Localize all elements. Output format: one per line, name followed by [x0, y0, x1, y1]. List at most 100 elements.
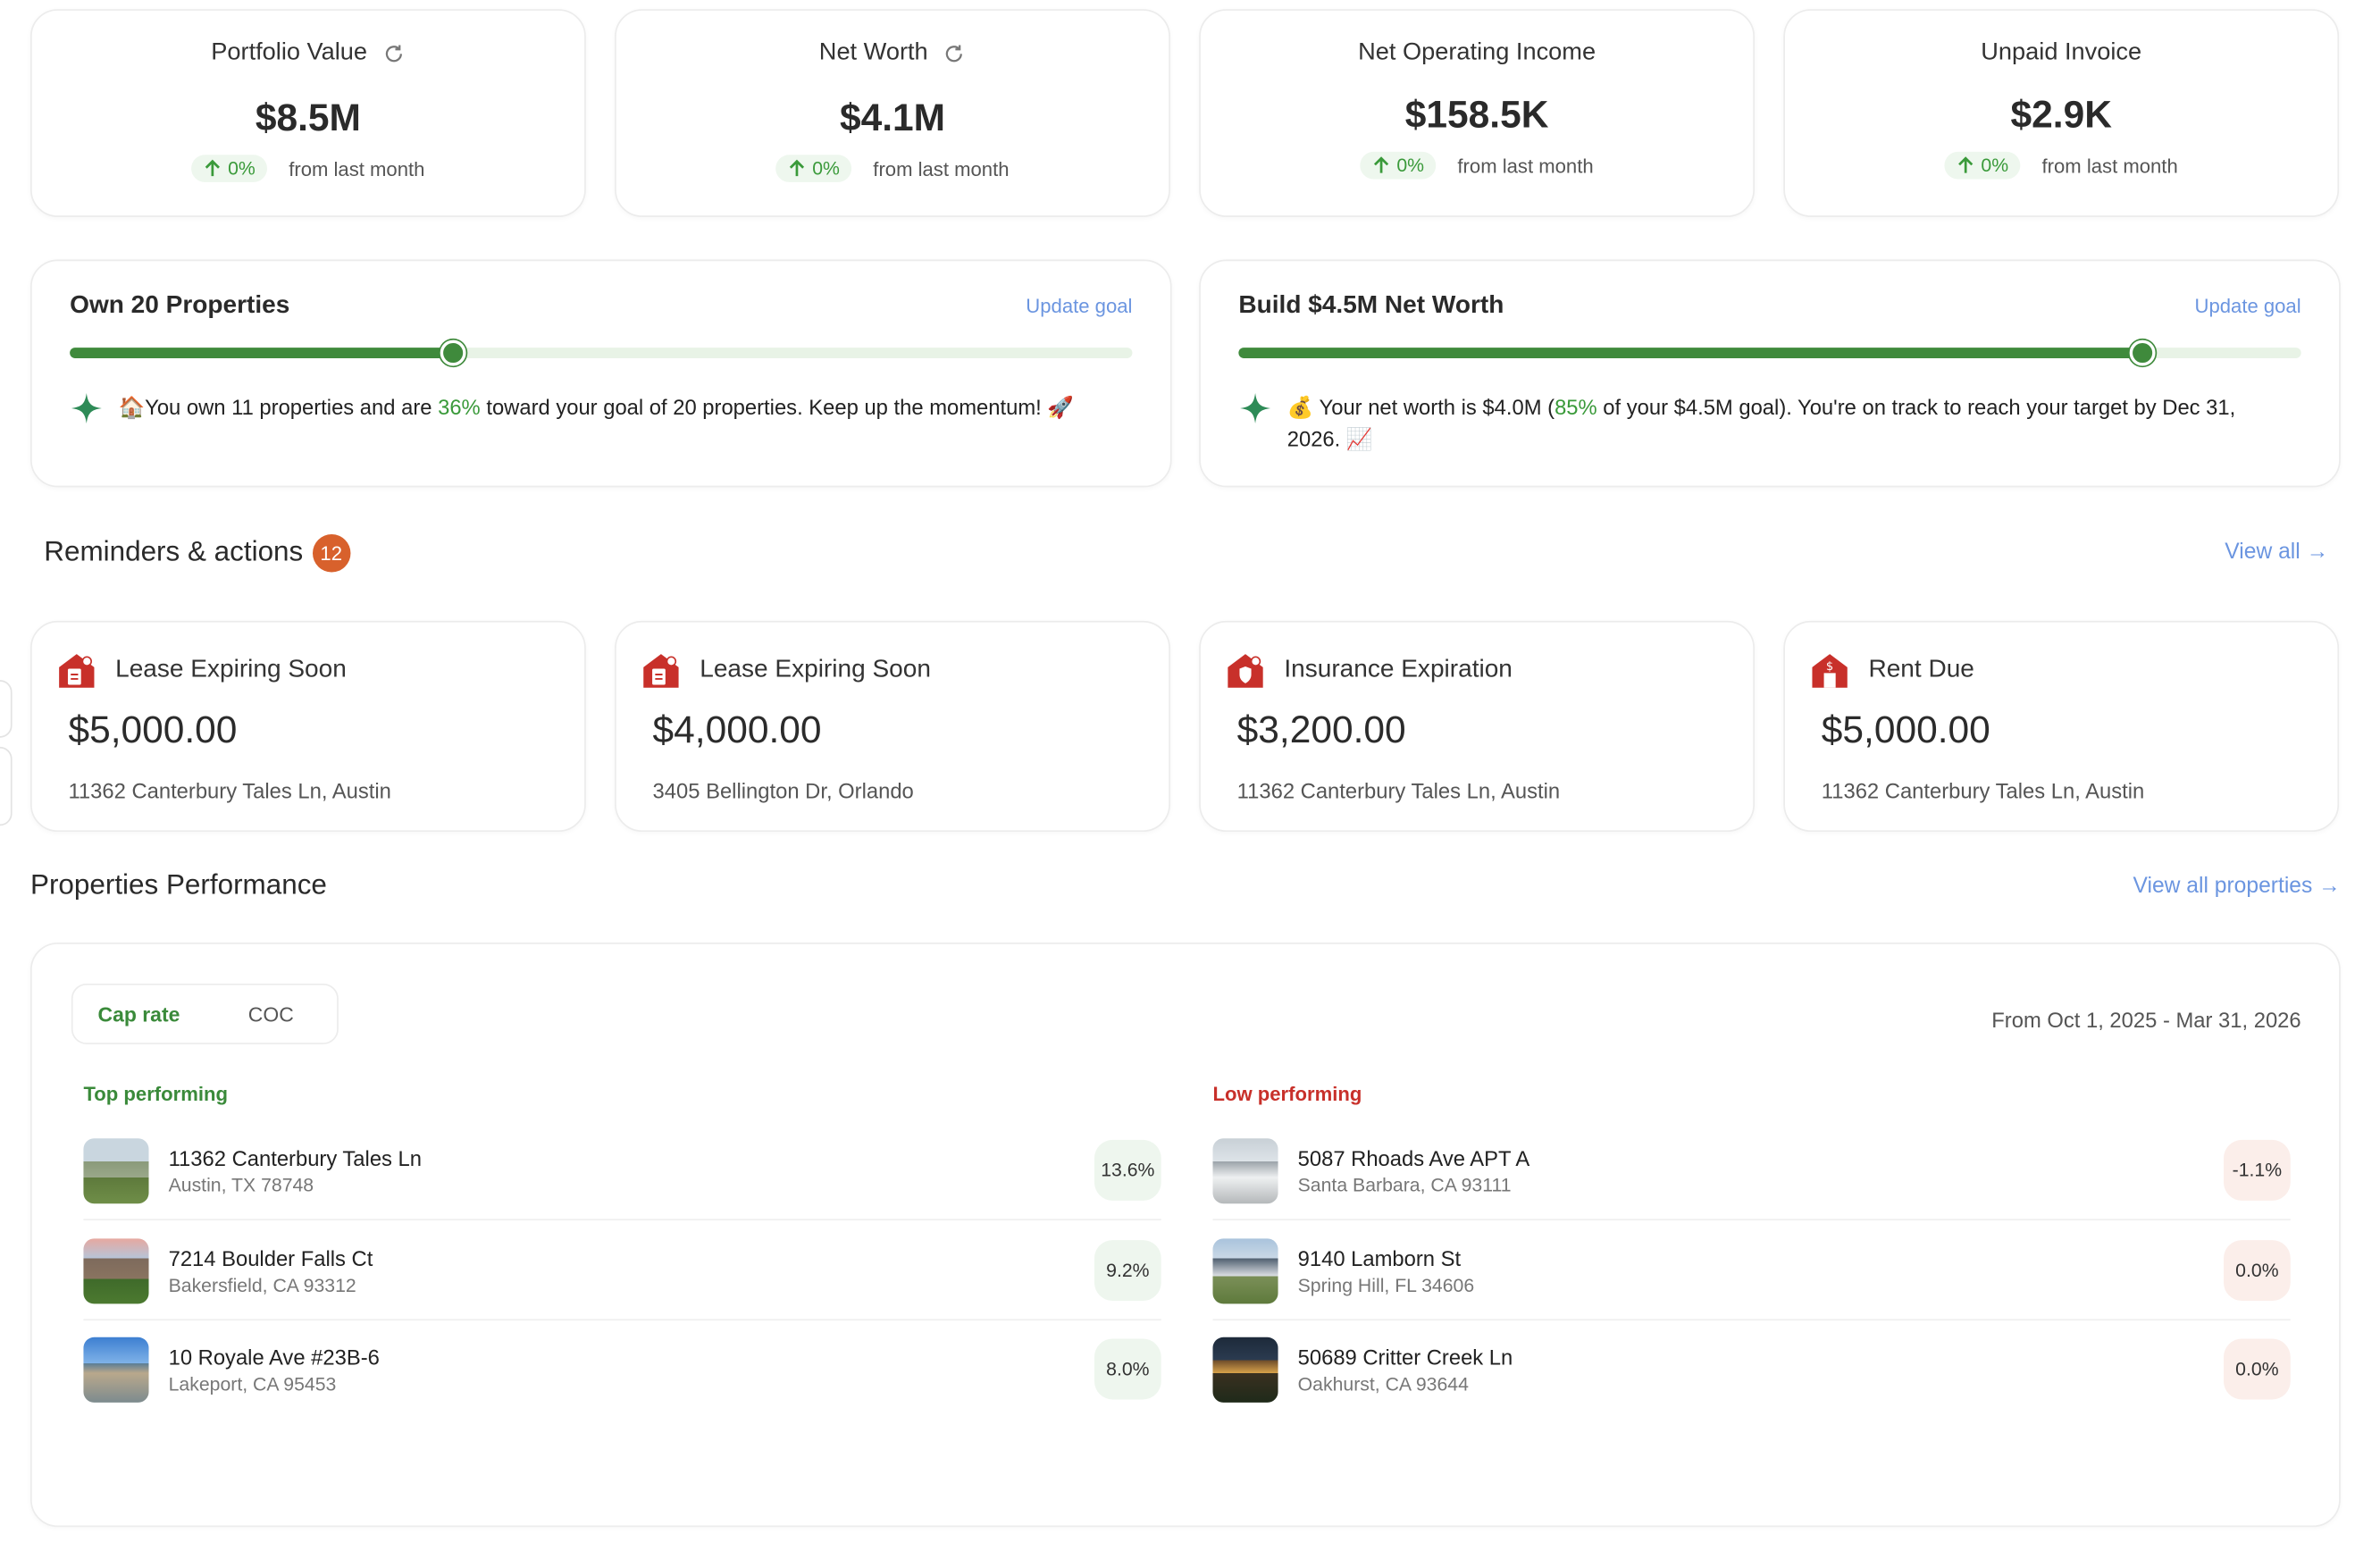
goal-message: 🏠You own 11 properties and are 36% towar…: [70, 391, 1110, 424]
refresh-icon[interactable]: [943, 42, 966, 64]
property-city: Lakeport, CA 95453: [168, 1372, 337, 1395]
stat-title: Net Operating Income: [1358, 39, 1596, 66]
view-all-properties-link[interactable]: View all properties →: [2133, 875, 2340, 899]
stat-title: Portfolio Value: [211, 39, 368, 66]
reminder-type: Lease Expiring Soon: [115, 655, 347, 683]
date-range: From Oct 1, 2025 - Mar 31, 2026: [1991, 1008, 2301, 1033]
change-badge: 0%: [191, 155, 268, 182]
stat-value: $158.5K: [1404, 94, 1549, 137]
tab-coc[interactable]: COC: [205, 1002, 337, 1025]
refresh-icon[interactable]: [382, 42, 405, 64]
property-city: Santa Barbara, CA 93111: [1297, 1174, 1512, 1195]
stat-card-noi: Net Operating Income $158.5K 0% from last…: [1199, 9, 1756, 217]
cap-rate-badge: 0.0%: [2224, 1240, 2291, 1302]
reminders-view-all-link[interactable]: View all →: [2225, 541, 2328, 565]
stat-card-unpaid-invoice: Unpaid Invoice $2.9K 0% from last month: [1783, 9, 2340, 217]
cap-rate-badge: 9.2%: [1094, 1240, 1161, 1302]
property-city: Bakersfield, CA 93312: [168, 1274, 356, 1296]
reminder-address: 11362 Canterbury Tales Ln, Austin: [68, 778, 391, 803]
property-row[interactable]: 9140 Lamborn St Spring Hill, FL 34606 0.0…: [1212, 1220, 2291, 1320]
property-address: 50689 Critter Creek Ln: [1297, 1344, 1513, 1369]
top-performing-label: Top performing: [83, 1082, 229, 1105]
property-city: Austin, TX 78748: [168, 1174, 314, 1195]
stat-value: $8.5M: [255, 96, 361, 140]
reminder-type: Insurance Expiration: [1284, 655, 1513, 683]
update-goal-link[interactable]: Update goal: [2195, 295, 2301, 317]
reminder-card[interactable]: $ Rent Due $5,000.00 11362 Canterbury Tal…: [1783, 620, 2340, 833]
goal-progress-fill: [70, 348, 453, 358]
reminders-title: Reminders & actions: [44, 534, 304, 567]
property-row[interactable]: 10 Royale Ave #23B-6 Lakeport, CA 95453 8…: [83, 1319, 1161, 1419]
property-thumbnail: [1212, 1137, 1278, 1203]
reminder-type: Rent Due: [1868, 655, 1974, 683]
reminder-address: 11362 Canterbury Tales Ln, Austin: [1821, 778, 2145, 803]
sparkle-icon: [71, 393, 102, 424]
arrow-up-icon: [790, 159, 805, 177]
lease-icon: [59, 654, 95, 688]
goal-card-properties: Own 20 Properties Update goal 🏠You own 1…: [29, 259, 1172, 488]
reminder-card[interactable]: Lease Expiring Soon $5,000.00 11362 Cant…: [29, 620, 586, 833]
reminder-amount: $4,000.00: [652, 708, 822, 751]
svg-text:$: $: [1826, 660, 1833, 674]
property-thumbnail: [1212, 1336, 1278, 1403]
performance-title: Properties Performance: [29, 867, 327, 901]
property-address: 5087 Rhoads Ave APT A: [1297, 1144, 1530, 1170]
stat-value: $2.9K: [2010, 94, 2112, 137]
property-row[interactable]: 50689 Critter Creek Ln Oakhurst, CA 93644…: [1212, 1319, 2291, 1419]
cap-rate-badge: 13.6%: [1094, 1139, 1161, 1201]
change-note: from last month: [2041, 154, 2178, 177]
property-row[interactable]: 7214 Boulder Falls Ct Bakersfield, CA 933…: [83, 1220, 1161, 1320]
cap-rate-badge: 8.0%: [1094, 1338, 1161, 1400]
goal-progress-knob: [2129, 339, 2156, 366]
update-goal-link[interactable]: Update goal: [1026, 295, 1132, 317]
cap-rate-badge: 0.0%: [2224, 1338, 2291, 1400]
property-thumbnail: [83, 1237, 149, 1303]
property-row[interactable]: 11362 Canterbury Tales Ln Austin, TX 7874…: [83, 1120, 1161, 1220]
property-thumbnail: [83, 1336, 149, 1403]
rent-icon: $: [1812, 654, 1848, 688]
reminder-address: 11362 Canterbury Tales Ln, Austin: [1236, 778, 1561, 803]
arrow-up-icon: [205, 159, 221, 177]
property-city: Spring Hill, FL 34606: [1297, 1274, 1475, 1296]
stat-card-net-worth: Net Worth $4.1M 0% from last month: [615, 9, 1170, 217]
arrow-up-icon: [1958, 156, 1974, 173]
reminder-card[interactable]: Lease Expiring Soon $4,000.00 3405 Belli…: [615, 620, 1170, 833]
reminder-amount: $5,000.00: [1821, 708, 1990, 751]
reminders-header: Reminders & actions 12: [44, 534, 350, 573]
goal-title: Build $4.5M Net Worth: [1238, 291, 1504, 319]
property-thumbnail: [1212, 1237, 1278, 1303]
goal-message: 💰 Your net worth is $4.0M (85% of your $…: [1238, 391, 2278, 455]
low-performing-label: Low performing: [1212, 1082, 1362, 1105]
metric-tabs: Cap rate COC: [71, 983, 339, 1044]
change-note: from last month: [289, 156, 425, 180]
performance-card: Cap rate COC From Oct 1, 2025 - Mar 31, …: [29, 943, 2341, 1528]
insurance-icon: [1228, 654, 1263, 688]
reminder-type: Lease Expiring Soon: [700, 655, 931, 683]
change-badge: 0%: [775, 155, 852, 182]
change-badge: 0%: [1360, 151, 1437, 180]
change-badge: 0%: [1944, 151, 2021, 180]
property-row[interactable]: 5087 Rhoads Ave APT A Santa Barbara, CA 9…: [1212, 1120, 2291, 1220]
stat-title: Net Worth: [818, 39, 928, 66]
goal-progress-fill: [1238, 348, 2142, 358]
stat-title: Unpaid Invoice: [1981, 39, 2142, 66]
reminders-count-badge: 12: [312, 534, 350, 573]
goal-card-net-worth: Build $4.5M Net Worth Update goal 💰 Your…: [1199, 259, 2341, 488]
side-handle[interactable]: [0, 680, 13, 738]
reminder-amount: $3,200.00: [1236, 708, 1406, 751]
goal-progress-knob: [440, 339, 466, 366]
tab-cap-rate[interactable]: Cap rate: [73, 1002, 205, 1025]
arrow-up-icon: [1374, 156, 1389, 173]
side-handle[interactable]: [0, 746, 13, 826]
goal-title: Own 20 Properties: [70, 291, 290, 319]
property-address: 9140 Lamborn St: [1297, 1245, 1462, 1270]
reminder-address: 3405 Bellington Dr, Orlando: [652, 778, 914, 803]
change-note: from last month: [1457, 154, 1594, 177]
reminder-card[interactable]: Insurance Expiration $3,200.00 11362 Can…: [1199, 620, 1756, 833]
property-address: 7214 Boulder Falls Ct: [168, 1245, 373, 1270]
goal-progress-bar: [70, 339, 1133, 366]
stat-card-portfolio-value: Portfolio Value $8.5M 0% from last month: [29, 9, 586, 217]
sparkle-icon: [1240, 393, 1271, 424]
change-note: from last month: [873, 156, 1010, 180]
cap-rate-badge: -1.1%: [2224, 1139, 2291, 1201]
